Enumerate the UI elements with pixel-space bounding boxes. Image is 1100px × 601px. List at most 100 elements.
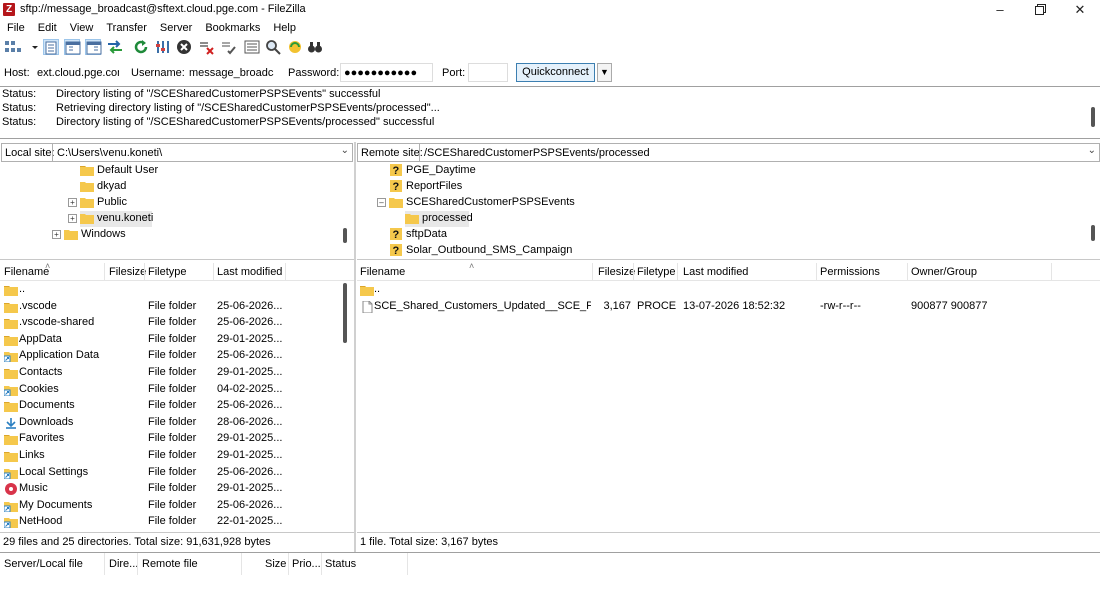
local-tree-scrollbar[interactable] — [343, 228, 347, 243]
file-modified: 29-01-2025... — [217, 432, 283, 445]
local-status: 29 files and 25 directories. Total size:… — [0, 532, 354, 551]
site-manager-icon[interactable] — [4, 39, 26, 55]
column-header-permissions[interactable]: Permissions — [820, 266, 880, 278]
password-input[interactable] — [340, 63, 433, 82]
toggle-log-icon[interactable] — [43, 39, 59, 55]
process-queue-icon[interactable] — [155, 39, 171, 55]
file-type: File folder — [148, 316, 197, 329]
file-row[interactable]: Cookies File folder 04-02-2025... — [0, 382, 354, 398]
column-header-last-modified[interactable]: Last modified — [217, 266, 282, 278]
file-row[interactable]: Application Data File folder 25-06-2026... — [0, 348, 354, 364]
host-input[interactable] — [33, 63, 123, 82]
file-row[interactable]: SCE_Shared_Customers_Updated__SCE_PSPS_.… — [357, 299, 1100, 315]
tree-item-label: ReportFiles — [406, 180, 463, 192]
maximize-icon[interactable] — [1020, 0, 1060, 20]
file-modified: 25-06-2026... — [217, 299, 283, 312]
tree-item-label: Windows — [81, 228, 126, 240]
file-row[interactable]: AppData File folder 29-01-2025... — [0, 332, 354, 348]
local-file-list-header: Filename ˄ Filesize Filetype Last modifi… — [0, 263, 354, 281]
toggle-queue-icon[interactable] — [107, 39, 123, 55]
remote-tree-scrollbar[interactable] — [1091, 225, 1095, 241]
port-input[interactable] — [468, 63, 508, 82]
minimize-icon[interactable]: – — [980, 0, 1020, 20]
link-icon — [4, 384, 18, 396]
menu-view[interactable]: View — [63, 20, 100, 34]
file-row[interactable]: Local Settings File folder 25-06-2026... — [0, 465, 354, 481]
site-manager-dropdown-icon[interactable] — [27, 39, 38, 55]
link-icon — [4, 467, 18, 479]
column-header-filesize[interactable]: Filesize — [598, 266, 635, 278]
menu-edit[interactable]: Edit — [31, 20, 63, 34]
menu-transfer[interactable]: Transfer — [99, 20, 153, 34]
column-header-owner-group[interactable]: Owner/Group — [911, 266, 977, 278]
column-header-filetype[interactable]: Filetype — [148, 266, 187, 278]
file-row[interactable]: .vscode File folder 25-06-2026... — [0, 299, 354, 315]
disconnect-icon[interactable] — [198, 39, 214, 55]
file-row[interactable]: Documents File folder 25-06-2026... — [0, 398, 354, 414]
menu-server[interactable]: Server — [153, 20, 198, 34]
username-input[interactable] — [185, 63, 278, 82]
cancel-icon[interactable] — [176, 39, 192, 55]
file-row[interactable]: NetHood File folder 22-01-2025... — [0, 514, 354, 530]
pane-splitter[interactable] — [354, 142, 356, 552]
menu-help[interactable]: Help — [266, 20, 302, 34]
log-message: Directory listing of "/SCESharedCustomer… — [56, 88, 381, 100]
file-row[interactable]: My Documents File folder 25-06-2026... — [0, 498, 354, 514]
quickconnect-dropdown-icon[interactable]: ▼ — [597, 63, 612, 82]
queue-header-status[interactable]: Status — [325, 558, 356, 570]
search-icon[interactable] — [265, 39, 281, 55]
sync-browse-icon[interactable] — [287, 39, 303, 55]
folder-icon — [80, 164, 94, 176]
local-site-path[interactable]: C:\Users\venu.koneti\ — [52, 144, 352, 161]
file-row[interactable]: Links File folder 29-01-2025... — [0, 448, 354, 464]
close-icon[interactable]: ✕ — [1060, 0, 1100, 20]
log-message: Retrieving directory listing of "/SCESha… — [56, 102, 440, 114]
file-row[interactable]: .. — [357, 282, 1100, 298]
queue-header-direction[interactable]: Dire... — [109, 558, 138, 570]
file-row[interactable]: Favorites File folder 29-01-2025... — [0, 431, 354, 447]
log-scrollbar[interactable] — [1091, 107, 1095, 127]
file-row[interactable]: Music File folder 29-01-2025... — [0, 481, 354, 497]
tree-item-selected[interactable]: processed — [405, 211, 473, 227]
file-type: File folder — [148, 366, 197, 378]
remote-site-path[interactable]: /SCESharedCustomerPSPSEvents/processed — [419, 144, 1099, 161]
file-row[interactable]: .. — [0, 282, 354, 298]
refresh-icon[interactable] — [133, 39, 149, 55]
toggle-local-tree-icon[interactable] — [64, 39, 81, 55]
menu-file[interactable]: File — [0, 20, 31, 34]
file-name: SCE_Shared_Customers_Updated__SCE_PSPS_.… — [374, 299, 591, 312]
remote-site-label: Remote site: — [361, 147, 423, 159]
quickconnect-button[interactable]: Quickconnect — [516, 63, 595, 82]
queue-header-server-local-file[interactable]: Server/Local file — [4, 558, 83, 570]
svg-text:?: ? — [393, 181, 400, 192]
queue-header-size[interactable]: Size — [265, 558, 286, 570]
column-header-last-modified[interactable]: Last modified — [683, 266, 748, 278]
queue-header-priority[interactable]: Prio... — [292, 558, 321, 570]
compare-icon[interactable] — [307, 39, 323, 55]
file-name: Favorites — [19, 432, 65, 445]
queue-header-remote-file[interactable]: Remote file — [142, 558, 198, 570]
tree-item-selected[interactable]: venu.koneti — [80, 211, 153, 227]
file-row[interactable]: Downloads File folder 28-06-2026... — [0, 415, 354, 431]
local-list-scrollbar[interactable] — [343, 283, 347, 343]
file-row[interactable]: .vscode-shared File folder 25-06-2026... — [0, 315, 354, 331]
expand-icon[interactable]: + — [68, 198, 77, 207]
expand-icon[interactable]: + — [68, 214, 77, 223]
reconnect-icon[interactable] — [220, 39, 236, 55]
file-owner-group: 900877 900877 — [911, 299, 988, 312]
column-header-filetype[interactable]: Filetype — [637, 266, 676, 278]
file-name: Cookies — [19, 382, 59, 395]
directory-filter-icon[interactable] — [244, 39, 260, 55]
column-header-filename[interactable]: Filename — [360, 266, 405, 278]
collapse-icon[interactable]: – — [377, 198, 386, 207]
menu-bookmarks[interactable]: Bookmarks — [198, 20, 266, 34]
folder-icon — [4, 400, 18, 413]
chevron-down-icon[interactable]: ⌄ — [1088, 145, 1096, 156]
column-header-filename[interactable]: Filename — [4, 266, 49, 278]
chevron-down-icon[interactable]: ⌄ — [341, 145, 349, 156]
file-row[interactable]: Contacts File folder 29-01-2025... — [0, 365, 354, 381]
local-directory-tree: Default User dkyad + Public + venu.konet… — [0, 163, 354, 260]
expand-icon[interactable]: + — [52, 230, 61, 239]
column-header-filesize[interactable]: Filesize — [109, 266, 146, 278]
toggle-remote-tree-icon[interactable] — [85, 39, 102, 55]
